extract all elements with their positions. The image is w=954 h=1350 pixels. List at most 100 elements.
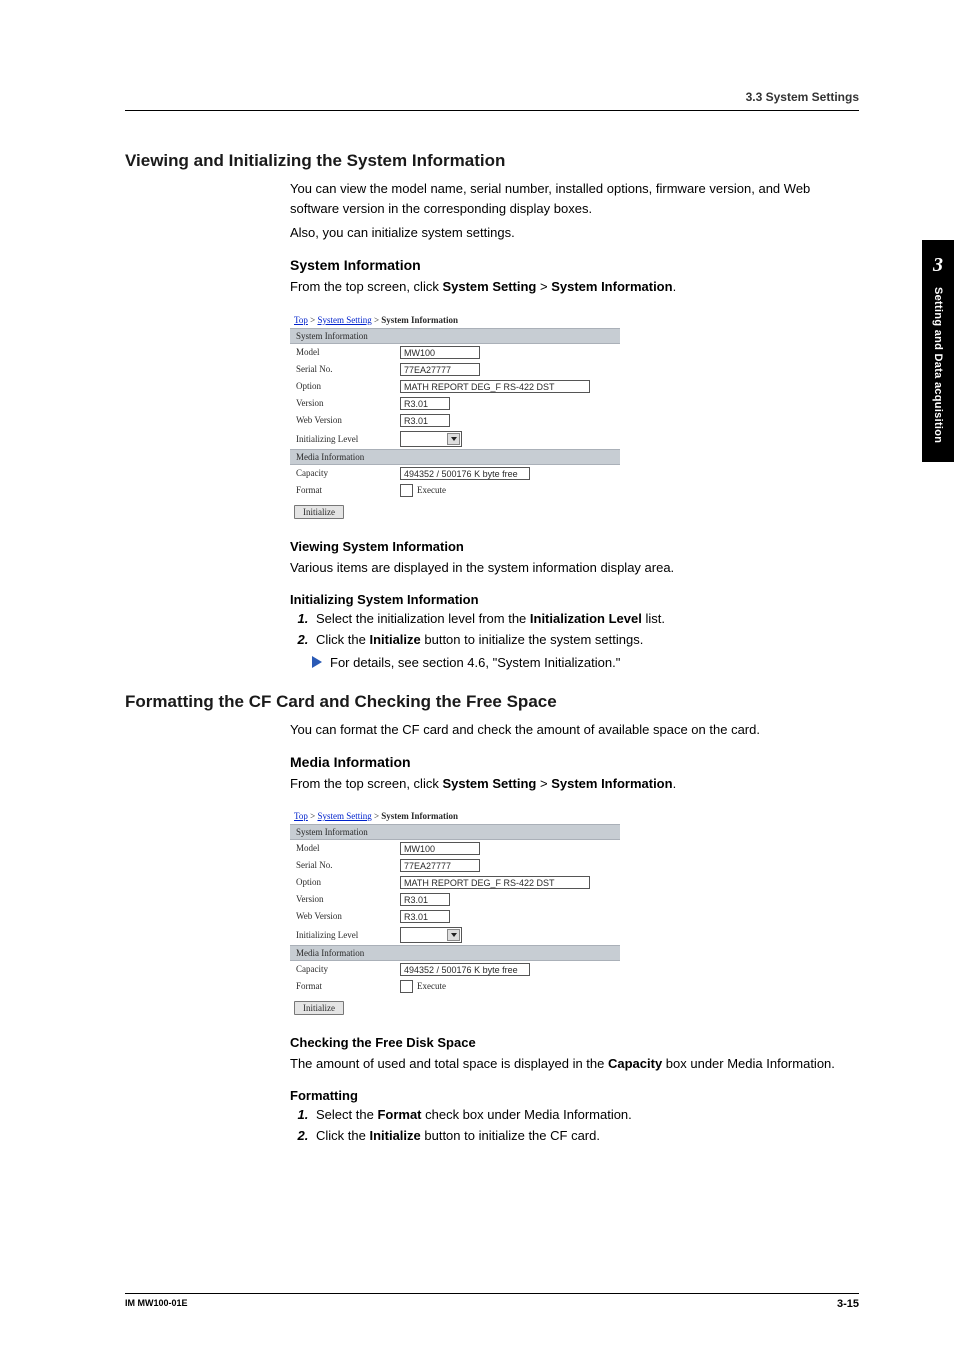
breadcrumb: Top > System Setting > System Informatio… (290, 808, 620, 824)
lbl-version: Version (296, 398, 400, 408)
lbl-format: Format (296, 981, 400, 991)
sec2-step2: Click the Initialize button to initializ… (312, 1128, 859, 1143)
t: Initialize (369, 1128, 420, 1143)
txt: From the top screen, click (290, 279, 442, 294)
sec1-note: For details, see section 4.6, "System In… (312, 655, 859, 670)
note-arrow-icon (312, 656, 322, 668)
t: Capacity (608, 1056, 662, 1071)
fld-option: MATH REPORT DEG_F RS-422 DST (400, 876, 590, 889)
crumb-syssetting[interactable]: System Setting (317, 315, 371, 325)
t: Initialization Level (530, 611, 642, 626)
fld-model: MW100 (400, 842, 480, 855)
sec1-step1: Select the initialization level from the… (312, 611, 859, 626)
dd-initlvl[interactable] (400, 431, 462, 447)
screenshot-mediainfo: Top > System Setting > System Informatio… (290, 808, 620, 1021)
bar-media-information: Media Information (290, 449, 620, 465)
lbl-model: Model (296, 347, 400, 357)
t: check box under Media Information. (422, 1107, 632, 1122)
sec1-note-text: For details, see section 4.6, "System In… (330, 655, 620, 670)
t: Select the initialization level from the (316, 611, 530, 626)
sec1-h-view: Viewing System Information (290, 539, 859, 554)
btn-initialize[interactable]: Initialize (294, 505, 344, 519)
t: button to initialize the CF card. (421, 1128, 600, 1143)
fld-capacity: 494352 / 500176 K byte free (400, 963, 530, 976)
crumb-top[interactable]: Top (294, 315, 308, 325)
t: > (536, 776, 551, 791)
fld-serial: 77EA27777 (400, 859, 480, 872)
lbl-version: Version (296, 894, 400, 904)
sec1-title: Viewing and Initializing the System Info… (125, 151, 859, 171)
chk-format[interactable] (400, 980, 413, 993)
sec1-step2: Click the Initialize button to initializ… (312, 632, 859, 647)
t: box under Media Information. (662, 1056, 835, 1071)
sec2-p-check: The amount of used and total space is di… (290, 1054, 859, 1074)
sec2-h-fmt: Formatting (290, 1088, 859, 1103)
crumb-top[interactable]: Top (294, 811, 308, 821)
dd-initlvl[interactable] (400, 927, 462, 943)
sec1-h-sysinfo: System Information (290, 257, 859, 273)
sec2-title: Formatting the CF Card and Checking the … (125, 692, 859, 712)
breadcrumb: Top > System Setting > System Informatio… (290, 312, 620, 328)
sec1-p-view: Various items are displayed in the syste… (290, 558, 859, 578)
lbl-webver: Web Version (296, 415, 400, 425)
t: Click the (316, 632, 369, 647)
sec2-path: From the top screen, click System Settin… (290, 774, 859, 794)
sec2-h-media: Media Information (290, 754, 859, 770)
lbl-model: Model (296, 843, 400, 853)
chapter-tab: 3 Setting and Data acquisition (922, 240, 954, 462)
t: . (673, 776, 677, 791)
lbl-option: Option (296, 877, 400, 887)
t: Initialize (369, 632, 420, 647)
t: System Setting (442, 776, 536, 791)
footer-doc-id: IM MW100-01E (125, 1298, 188, 1310)
t: Select the (316, 1107, 377, 1122)
fld-webver: R3.01 (400, 414, 450, 427)
bar-media-information: Media Information (290, 945, 620, 961)
btn-initialize[interactable]: Initialize (294, 1001, 344, 1015)
sec1-steps: Select the initialization level from the… (290, 611, 859, 647)
t: From the top screen, click (290, 776, 442, 791)
sec1-intro1: You can view the model name, serial numb… (290, 179, 859, 219)
chapter-number: 3 (922, 254, 954, 277)
sec2-intro: You can format the CF card and check the… (290, 720, 859, 740)
crumb-syssetting[interactable]: System Setting (317, 811, 371, 821)
t: The amount of used and total space is di… (290, 1056, 608, 1071)
t: Click the (316, 1128, 369, 1143)
chapter-label: Setting and Data acquisition (932, 287, 944, 443)
lbl-serial: Serial No. (296, 860, 400, 870)
sec2-h-check: Checking the Free Disk Space (290, 1035, 859, 1050)
t: list. (642, 611, 665, 626)
fld-serial: 77EA27777 (400, 363, 480, 376)
sec1-path: From the top screen, click System Settin… (290, 277, 859, 297)
chk-format[interactable] (400, 484, 413, 497)
lbl-serial: Serial No. (296, 364, 400, 374)
fld-version: R3.01 (400, 893, 450, 906)
txt-b: System Information (551, 279, 672, 294)
fld-version: R3.01 (400, 397, 450, 410)
crumb-sysinfo: System Information (381, 315, 458, 325)
t: Format (377, 1107, 421, 1122)
page-footer: IM MW100-01E 3-15 (125, 1293, 859, 1310)
fld-option: MATH REPORT DEG_F RS-422 DST (400, 380, 590, 393)
lbl-initlvl: Initializing Level (296, 434, 400, 444)
header-section: 3.3 System Settings (125, 90, 859, 104)
txt: . (673, 279, 677, 294)
sec1-intro2: Also, you can initialize system settings… (290, 223, 859, 243)
txt: > (536, 279, 551, 294)
sec2-step1: Select the Format check box under Media … (312, 1107, 859, 1122)
lbl-format: Format (296, 485, 400, 495)
chk-format-label: Execute (417, 485, 446, 495)
sec1-h-init: Initializing System Information (290, 592, 859, 607)
lbl-option: Option (296, 381, 400, 391)
fld-model: MW100 (400, 346, 480, 359)
bar-system-information: System Information (290, 328, 620, 344)
header-rule (125, 110, 859, 111)
lbl-webver: Web Version (296, 911, 400, 921)
lbl-capacity: Capacity (296, 964, 400, 974)
screenshot-sysinfo: Top > System Setting > System Informatio… (290, 312, 620, 525)
fld-webver: R3.01 (400, 910, 450, 923)
t: System Information (551, 776, 672, 791)
sec2-steps: Select the Format check box under Media … (290, 1107, 859, 1143)
lbl-initlvl: Initializing Level (296, 930, 400, 940)
t: button to initialize the system settings… (421, 632, 644, 647)
